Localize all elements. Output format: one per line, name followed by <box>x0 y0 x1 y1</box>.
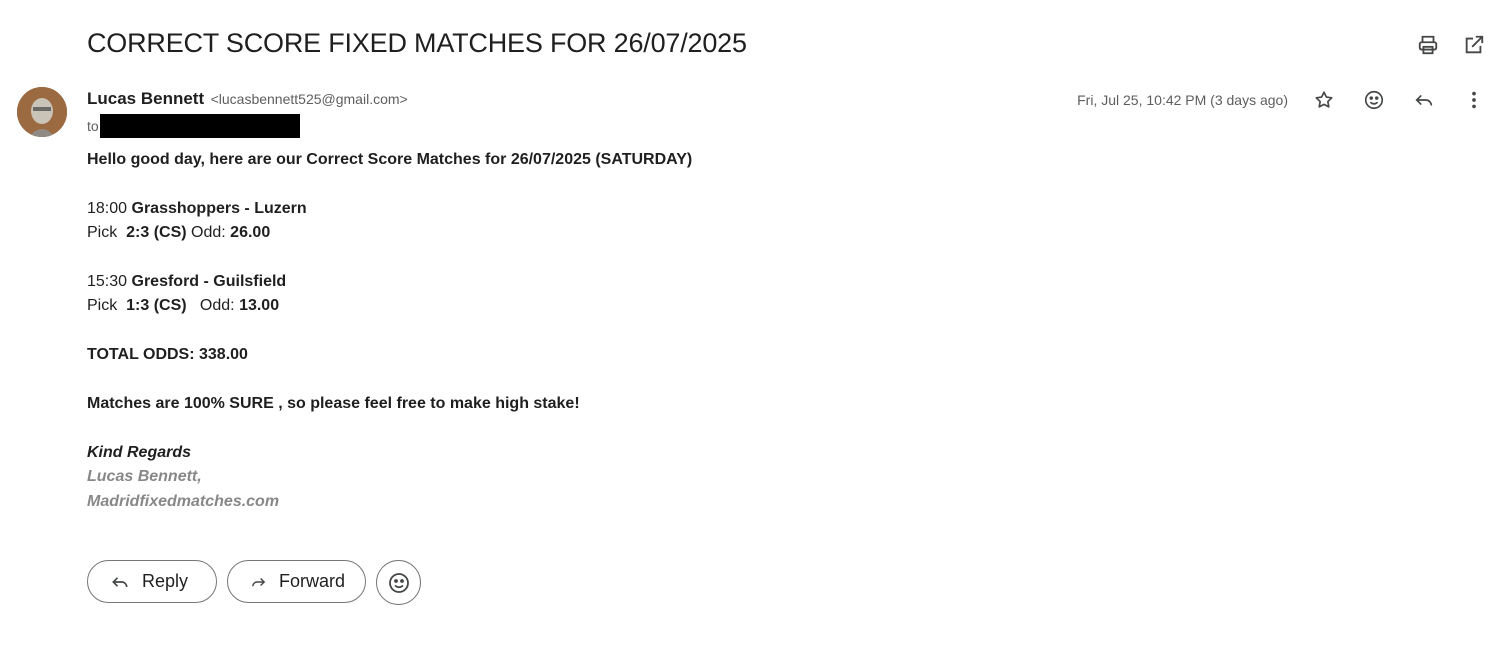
match-1-pick-value: 2:3 (CS) <box>126 224 187 242</box>
sender-name[interactable]: Lucas Bennett <box>87 89 204 108</box>
match-1-pick: Pick 2:3 (CS) Odd: 26.00 <box>87 221 692 245</box>
sender-email: <lucasbennett525@gmail.com> <box>210 91 408 107</box>
more-vert-icon[interactable] <box>1462 88 1486 112</box>
guarantee-text: Matches are 100% SURE , so please feel f… <box>87 395 580 412</box>
message-meta: Fri, Jul 25, 10:42 PM (3 days ago) <box>1077 88 1486 112</box>
match-2-time: 15:30 <box>87 273 128 290</box>
redacted-recipient <box>99 114 300 138</box>
match-2-pick-value: 1:3 (CS) <box>126 297 187 315</box>
sender-line: Lucas Bennett <lucasbennett525@gmail.com… <box>87 89 408 109</box>
match-2-header: 15:30 Gresford - Guilsfield <box>87 270 692 294</box>
pick-label: Pick <box>87 224 118 242</box>
reply-icon[interactable] <box>1412 88 1436 112</box>
forward-icon <box>252 577 266 586</box>
pick-label: Pick <box>87 297 118 315</box>
match-1-header: 18:00 Grasshoppers - Luzern <box>87 197 692 221</box>
star-icon[interactable] <box>1312 88 1336 112</box>
message-body: Hello good day, here are our Correct Sco… <box>87 148 692 514</box>
email-subject: CORRECT SCORE FIXED MATCHES FOR 26/07/20… <box>87 28 747 58</box>
forward-label: Forward <box>278 571 345 591</box>
match-1-time: 18:00 <box>87 199 128 217</box>
odd-label: Odd: <box>199 297 235 315</box>
signature-regards: Kind Regards <box>87 443 192 461</box>
reply-icon <box>112 576 128 587</box>
greeting-text: Hello good day, here are our Correct Sco… <box>87 151 693 168</box>
match-1-odd: 26.00 <box>230 224 271 242</box>
message-date: Fri, Jul 25, 10:42 PM (3 days ago) <box>1077 92 1288 108</box>
signature-site: Madridfixedmatches.com <box>87 492 280 510</box>
open-in-new-icon[interactable] <box>1462 33 1486 57</box>
to-label: to <box>87 118 99 134</box>
print-icon[interactable] <box>1416 33 1440 57</box>
match-2-pick: Pick 1:3 (CS) Odd: 13.00 <box>87 294 692 318</box>
total-odds: TOTAL ODDS: 338.00 <box>87 346 248 364</box>
emoji-icon[interactable] <box>1362 88 1386 112</box>
emoji-reaction-button[interactable] <box>376 560 421 605</box>
reply-actions: Reply Forward <box>87 560 421 605</box>
recipient-line: to <box>87 114 300 138</box>
top-actions <box>1416 33 1486 57</box>
odd-label: Odd: <box>191 224 226 242</box>
match-1-teams: Grasshoppers - Luzern <box>131 199 307 217</box>
signature-name: Lucas Bennett, <box>87 468 202 486</box>
match-2-teams: Gresford - Guilsfield <box>131 273 287 290</box>
emoji-icon <box>388 572 409 593</box>
reply-label: Reply <box>142 571 189 591</box>
forward-button[interactable]: Forward <box>227 560 366 603</box>
match-2-odd: 13.00 <box>239 297 280 315</box>
avatar[interactable] <box>17 87 67 137</box>
reply-button[interactable]: Reply <box>87 560 217 603</box>
